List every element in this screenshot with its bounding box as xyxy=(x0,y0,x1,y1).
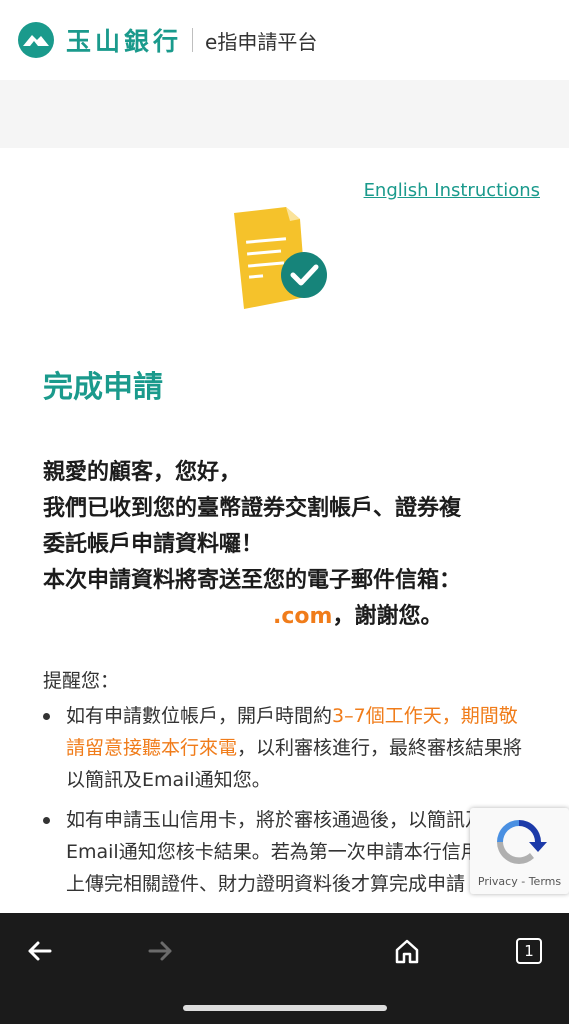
greeting-line: 委託帳戶申請資料囉！ xyxy=(43,532,264,557)
browser-nav-bar: 1 xyxy=(0,913,569,1024)
bank-name[interactable]: 玉山銀行 xyxy=(66,22,182,58)
list-item: 如有申請玉山信用卡，將於審核通過後，以簡訊及Email通知您核卡結果。若為第一次… xyxy=(43,804,523,900)
confirmation-message: 親愛的顧客，您好， 我們已收到您的臺幣證券交割帳戶、證券複 委託帳戶申請資料囉！… xyxy=(43,455,543,635)
tab-switcher-button[interactable]: 1 xyxy=(507,929,551,973)
tab-count: 1 xyxy=(516,938,542,964)
page-title: 完成申請 xyxy=(43,370,163,405)
recaptcha-terms[interactable]: Privacy - Terms xyxy=(470,875,569,888)
arrow-left-icon[interactable] xyxy=(17,929,61,973)
app-header: 玉山銀行 e指申請平台 xyxy=(0,0,569,80)
bullet-icon xyxy=(43,817,50,824)
english-instructions-link[interactable]: English Instructions xyxy=(364,180,540,201)
greeting-line: 我們已收到您的臺幣證券交割帳戶、證券複 xyxy=(43,496,462,521)
recaptcha-badge[interactable]: Privacy - Terms xyxy=(470,808,569,894)
greeting-line: 親愛的顧客，您好， xyxy=(43,460,242,485)
email-address: .com xyxy=(273,604,333,629)
reminder-heading: 提醒您： xyxy=(43,670,120,692)
bullet-icon xyxy=(43,713,50,720)
arrow-right-icon[interactable] xyxy=(139,929,183,973)
home-indicator[interactable] xyxy=(183,1005,387,1011)
home-icon[interactable] xyxy=(385,929,429,973)
reminder-list: 如有申請數位帳戶，開戶時間約3–7個工作天，期間敬請留意接聽本行來電，以利審核進… xyxy=(43,700,523,908)
document-check-icon xyxy=(228,205,332,317)
thanks-text: ，謝謝您。 xyxy=(332,604,443,629)
list-item: 如有申請數位帳戶，開戶時間約3–7個工作天，期間敬請留意接聽本行來電，以利審核進… xyxy=(43,700,523,796)
email-line: .com，謝謝您。 xyxy=(43,599,543,635)
header-band xyxy=(0,80,569,148)
greeting-line: 本次申請資料將寄送至您的電子郵件信箱： xyxy=(43,568,462,593)
bank-logo-icon[interactable] xyxy=(18,22,54,58)
platform-title: e指申請平台 xyxy=(205,29,318,54)
header-divider xyxy=(192,28,194,52)
recaptcha-icon xyxy=(497,820,547,864)
